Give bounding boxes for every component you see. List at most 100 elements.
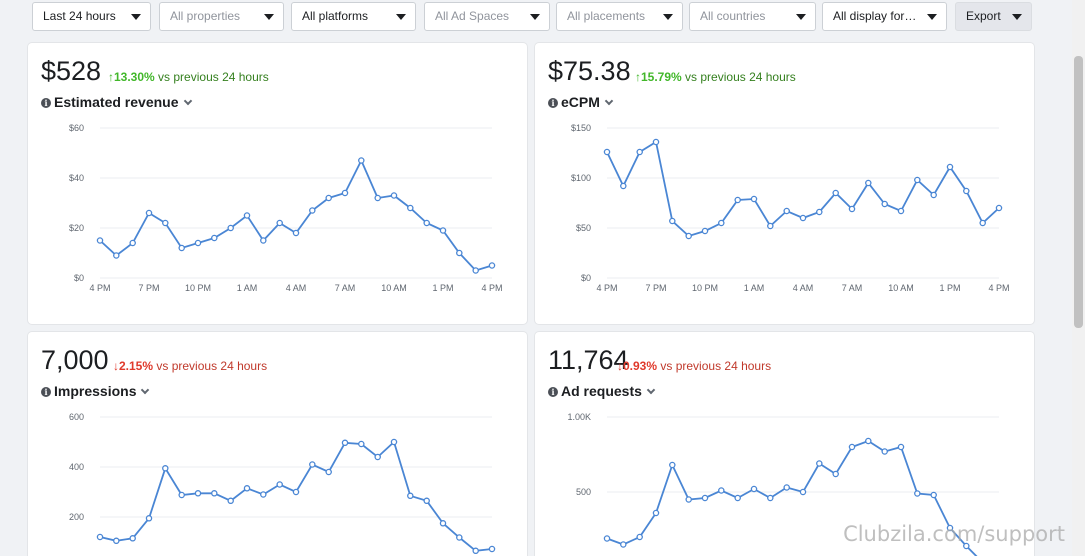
data-point[interactable]	[995, 204, 1003, 212]
data-point[interactable]	[292, 488, 300, 496]
data-point[interactable]	[162, 219, 169, 227]
data-point[interactable]	[439, 520, 447, 527]
data-point[interactable]	[620, 182, 627, 190]
data-point[interactable]	[325, 468, 332, 476]
data-point[interactable]	[832, 189, 839, 197]
data-point[interactable]	[718, 487, 725, 494]
data-point[interactable]	[423, 497, 430, 505]
info-icon[interactable]: i	[41, 387, 51, 397]
data-point[interactable]	[211, 490, 218, 497]
data-point[interactable]	[488, 545, 496, 553]
data-point[interactable]	[603, 148, 611, 156]
data-point[interactable]	[946, 163, 954, 171]
data-point[interactable]	[96, 237, 104, 244]
data-point[interactable]	[211, 234, 218, 242]
data-point[interactable]	[816, 208, 823, 216]
data-point[interactable]	[636, 533, 643, 541]
data-point[interactable]	[701, 227, 709, 235]
data-point[interactable]	[488, 262, 496, 269]
info-icon[interactable]: i	[548, 98, 558, 108]
data-point[interactable]	[963, 187, 970, 195]
data-point[interactable]	[341, 439, 349, 447]
data-point[interactable]	[603, 535, 611, 542]
data-point[interactable]	[292, 229, 300, 237]
filter-dropdown[interactable]: Last 24 hours	[32, 2, 151, 31]
export-button[interactable]: Export	[955, 2, 1032, 31]
data-point[interactable]	[799, 488, 807, 496]
data-point[interactable]	[979, 219, 986, 227]
data-point[interactable]	[309, 207, 316, 214]
data-point[interactable]	[750, 485, 758, 493]
data-point[interactable]	[439, 227, 447, 234]
filter-dropdown[interactable]: All platforms	[291, 2, 416, 31]
data-point[interactable]	[145, 515, 153, 522]
data-point[interactable]	[129, 239, 136, 247]
data-point[interactable]	[865, 437, 872, 445]
data-point[interactable]	[832, 470, 839, 478]
filter-dropdown[interactable]: All display for…	[822, 2, 947, 31]
data-point[interactable]	[734, 196, 741, 204]
data-point[interactable]	[407, 492, 414, 500]
data-point[interactable]	[930, 491, 937, 499]
data-point[interactable]	[848, 205, 856, 213]
data-point[interactable]	[799, 214, 807, 222]
data-point[interactable]	[669, 461, 676, 469]
data-point[interactable]	[178, 244, 185, 252]
data-point[interactable]	[930, 191, 937, 199]
data-point[interactable]	[194, 490, 202, 497]
scrollbar-thumb[interactable]	[1074, 56, 1083, 328]
data-point[interactable]	[685, 496, 692, 503]
data-point[interactable]	[129, 535, 136, 542]
data-point[interactable]	[374, 453, 381, 461]
data-point[interactable]	[341, 189, 349, 197]
data-point[interactable]	[260, 237, 267, 244]
data-point[interactable]	[260, 491, 267, 498]
data-point[interactable]	[767, 222, 774, 230]
data-point[interactable]	[734, 494, 741, 502]
data-point[interactable]	[276, 219, 283, 227]
data-point[interactable]	[472, 547, 479, 555]
data-point[interactable]	[227, 224, 234, 232]
data-point[interactable]	[816, 460, 823, 467]
metric-selector[interactable]: i Estimated revenue	[41, 94, 192, 110]
data-point[interactable]	[309, 461, 316, 468]
data-point[interactable]	[914, 176, 921, 184]
data-point[interactable]	[456, 534, 463, 541]
data-point[interactable]	[243, 212, 251, 219]
data-point[interactable]	[374, 194, 381, 202]
data-point[interactable]	[636, 148, 643, 156]
data-point[interactable]	[145, 209, 153, 217]
info-icon[interactable]: i	[41, 98, 51, 108]
data-point[interactable]	[113, 537, 120, 545]
data-point[interactable]	[701, 494, 709, 502]
info-icon[interactable]: i	[548, 387, 558, 397]
data-point[interactable]	[848, 443, 856, 451]
data-point[interactable]	[162, 465, 169, 472]
data-point[interactable]	[276, 481, 283, 488]
data-point[interactable]	[423, 219, 430, 227]
data-point[interactable]	[897, 443, 905, 451]
data-point[interactable]	[390, 192, 398, 199]
data-point[interactable]	[194, 239, 202, 247]
data-point[interactable]	[243, 485, 251, 492]
data-point[interactable]	[620, 541, 627, 548]
data-point[interactable]	[390, 438, 398, 446]
data-point[interactable]	[325, 194, 332, 202]
data-point[interactable]	[113, 252, 120, 259]
data-point[interactable]	[358, 157, 365, 164]
data-point[interactable]	[407, 204, 414, 212]
vertical-scrollbar[interactable]	[1072, 0, 1085, 556]
data-point[interactable]	[767, 494, 774, 502]
metric-selector[interactable]: i Ad requests	[548, 383, 656, 399]
data-point[interactable]	[750, 195, 758, 203]
data-point[interactable]	[456, 249, 463, 257]
filter-dropdown[interactable]: All countries	[689, 2, 816, 31]
data-point[interactable]	[96, 533, 104, 541]
metric-selector[interactable]: i eCPM	[548, 94, 614, 110]
data-point[interactable]	[718, 219, 725, 227]
filter-dropdown[interactable]: All placements	[556, 2, 683, 31]
filter-dropdown[interactable]: All properties	[159, 2, 284, 31]
data-point[interactable]	[652, 138, 660, 146]
data-point[interactable]	[914, 490, 921, 497]
data-point[interactable]	[783, 207, 790, 215]
